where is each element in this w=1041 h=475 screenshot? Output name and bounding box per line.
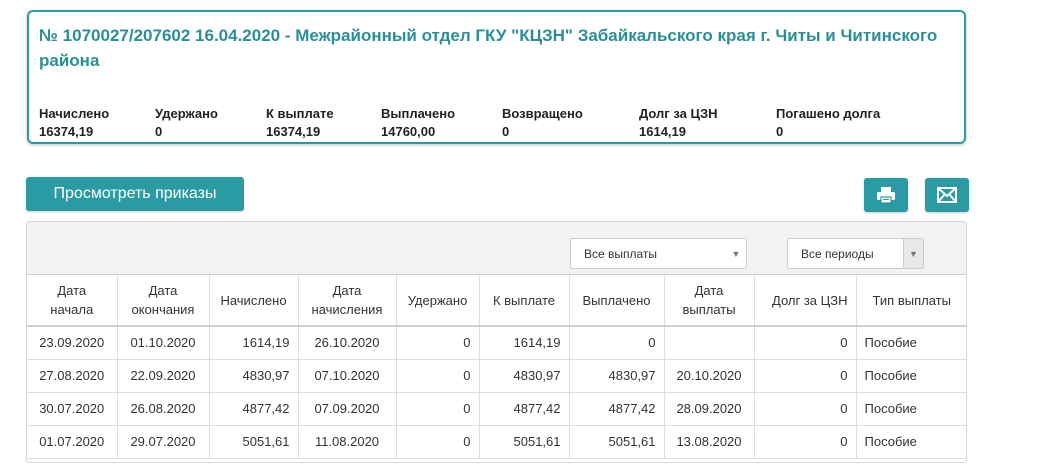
metric-debt-repaid: Погашено долга 0 [776, 105, 880, 141]
table-cell: 11.08.2020 [298, 425, 397, 459]
table-cell: 0 [396, 326, 480, 360]
printer-icon [877, 187, 895, 204]
table-cell: 5051,61 [209, 425, 299, 459]
metric-value: 16374,19 [39, 124, 94, 139]
metric-accrued: Начислено 16374,19 [39, 105, 109, 141]
table-row[interactable]: 01.07.2020 29.07.2020 5051,61 11.08.2020 0 50… [27, 425, 966, 459]
metric-debt: Долг за ЦЗН 1614,19 [639, 105, 717, 141]
summary-title: № 1070027/207602 16.04.2020 - Межрайонны… [39, 26, 938, 70]
table-cell: Пособие [856, 392, 966, 426]
column-header[interactable]: К выплате [479, 275, 570, 327]
table-cell: 0 [754, 392, 857, 426]
metric-withheld: Удержано 0 [155, 105, 218, 141]
column-header[interactable]: Удержано [396, 275, 480, 327]
table-cell: 1614,19 [479, 326, 570, 360]
metric-label: Выплачено [381, 106, 456, 121]
metric-value: 16374,19 [266, 124, 321, 139]
table-cell: Пособие [856, 326, 966, 360]
email-button[interactable] [925, 178, 969, 212]
table-cell: 1614,19 [209, 326, 299, 360]
table-cell: 0 [569, 326, 665, 360]
table-cell: 4830,97 [569, 359, 665, 393]
chevron-down-icon: ▼ [903, 239, 923, 268]
table-cell: 30.07.2020 [27, 392, 118, 426]
table-cell: 23.09.2020 [27, 326, 118, 360]
table-cell: Пособие [856, 425, 966, 459]
table-cell: 07.10.2020 [298, 359, 397, 393]
table-cell: 0 [396, 359, 480, 393]
table-cell: Пособие [856, 359, 966, 393]
metric-label: Долг за ЦЗН [639, 106, 718, 121]
table-cell: 07.09.2020 [298, 392, 397, 426]
column-header[interactable]: Дата окончания [117, 275, 210, 327]
metric-value: 0 [502, 124, 510, 139]
table-cell: 01.10.2020 [117, 326, 210, 360]
table-cell: 4877,42 [479, 392, 570, 426]
table-cell: 29.07.2020 [117, 425, 210, 459]
metric-label: К выплате [266, 106, 334, 121]
payments-filter-select[interactable]: Все выплаты ▼ [570, 238, 747, 269]
table-cell: 20.10.2020 [664, 359, 755, 393]
metric-value: 0 [155, 124, 163, 139]
table-cell: 13.08.2020 [664, 425, 755, 459]
column-header[interactable]: Тип выплаты [856, 275, 966, 327]
metric-to-pay: К выплате 16374,19 [266, 105, 334, 141]
table-cell: 4830,97 [479, 359, 570, 393]
metric-label: Погашено долга [776, 106, 881, 121]
table-cell: 0 [396, 392, 480, 426]
table-cell: 4877,42 [569, 392, 665, 426]
table-cell: 0 [754, 359, 857, 393]
table-cell: 0 [754, 326, 857, 360]
table-cell: 5051,61 [479, 425, 570, 459]
column-header[interactable]: Начислено [209, 275, 299, 327]
column-header[interactable]: Дата начала [27, 275, 118, 327]
table-cell: 5051,61 [569, 425, 665, 459]
metric-label: Возвращено [502, 106, 583, 121]
metric-paid: Выплачено 14760,00 [381, 105, 455, 141]
column-header[interactable]: Выплачено [569, 275, 665, 327]
payments-panel: Все выплаты ▼ Все периоды ▼ Дата начала … [26, 221, 967, 463]
table-header-row: Дата начала Дата окончания Начислено Дат… [27, 275, 966, 327]
table-cell: 26.08.2020 [117, 392, 210, 426]
table-cell: 01.07.2020 [27, 425, 118, 459]
column-header[interactable]: Дата начисления [298, 275, 397, 327]
table-row[interactable]: 27.08.2020 22.09.2020 4830,97 07.10.2020 0 48… [27, 359, 966, 393]
periods-filter-value: Все периоды [801, 246, 874, 261]
table-cell: 4877,42 [209, 392, 299, 426]
table-cell: 0 [754, 425, 857, 459]
table-row[interactable]: 23.09.2020 01.10.2020 1614,19 26.10.2020 0 16… [27, 326, 966, 360]
table-cell [664, 326, 755, 360]
filter-bar: Все выплаты ▼ Все периоды ▼ [27, 222, 966, 275]
table-cell: 22.09.2020 [117, 359, 210, 393]
metric-value: 1614,19 [639, 124, 686, 139]
table-cell: 4830,97 [209, 359, 299, 393]
table-cell: 0 [396, 425, 480, 459]
periods-filter-select[interactable]: Все периоды ▼ [787, 238, 924, 269]
table-cell: 28.09.2020 [664, 392, 755, 426]
table-cell: 26.10.2020 [298, 326, 397, 360]
payments-table: Дата начала Дата окончания Начислено Дат… [27, 275, 966, 459]
table-cell: 27.08.2020 [27, 359, 118, 393]
metric-label: Удержано [155, 106, 218, 121]
metric-value: 0 [776, 124, 784, 139]
summary-card: № 1070027/207602 16.04.2020 - Межрайонны… [27, 10, 966, 144]
column-header[interactable]: Долг за ЦЗН [754, 275, 857, 327]
envelope-icon [937, 187, 957, 203]
payments-filter-value: Все выплаты [584, 246, 658, 261]
table-row[interactable]: 30.07.2020 26.08.2020 4877,42 07.09.2020 0 48… [27, 392, 966, 426]
view-orders-button[interactable]: Просмотреть приказы [26, 177, 244, 211]
column-header[interactable]: Дата выплаты [664, 275, 755, 327]
print-button[interactable] [864, 178, 908, 212]
metric-value: 14760,00 [381, 124, 436, 139]
metric-returned: Возвращено 0 [502, 105, 583, 141]
metric-label: Начислено [39, 106, 110, 121]
chevron-down-icon: ▼ [731, 248, 741, 259]
